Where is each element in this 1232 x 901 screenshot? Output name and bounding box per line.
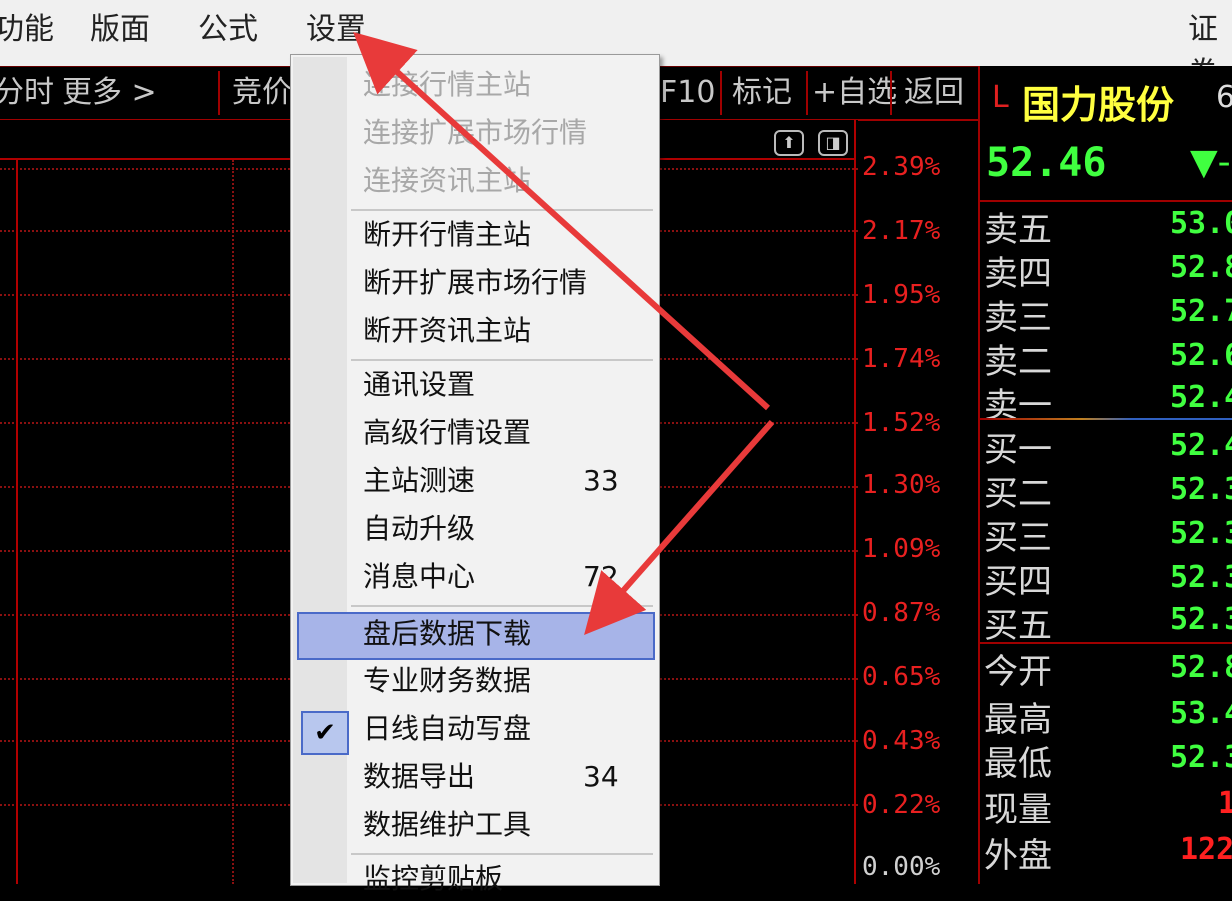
stat-label: 最低 <box>984 744 1052 784</box>
bid-price: 52.3 <box>1170 516 1232 551</box>
stat-label: 最高 <box>984 700 1052 740</box>
menu-item-connect-info-server[interactable]: 连接资讯主站 <box>363 159 531 203</box>
grid-line <box>232 160 234 884</box>
stat-value: 53.4 <box>1170 696 1232 731</box>
tab-intraday[interactable]: 分时 <box>0 67 54 119</box>
menu-item-financial-data[interactable]: 专业财务数据 <box>363 659 531 703</box>
percent-label: 0.22% <box>862 790 941 820</box>
menu-item-after-hours-data-download[interactable]: 盘后数据下载 <box>363 612 531 656</box>
stat-value: 52.8 <box>1170 650 1232 685</box>
tab-more[interactable]: 更多 > <box>62 67 157 119</box>
ask-price: 52.4 <box>1170 380 1232 415</box>
percent-label: 0.65% <box>862 662 941 692</box>
mark-button[interactable]: 标记 <box>732 67 792 119</box>
menu-item-disconnect-info-server[interactable]: 断开资讯主站 <box>363 309 531 353</box>
menu-item-daily-auto-write[interactable]: 日线自动写盘 <box>363 707 531 751</box>
percent-label: 1.95% <box>862 280 941 310</box>
stat-value: 1 <box>1218 786 1232 821</box>
stat-label: 外盘 <box>984 836 1052 876</box>
menu-item-message-center[interactable]: 消息中心 <box>363 555 475 599</box>
bid-ask-divider <box>980 418 1232 420</box>
menu-settings[interactable]: 设置 <box>306 8 366 52</box>
add-watchlist-button[interactable]: +自选 <box>812 67 897 119</box>
percent-label: 0.43% <box>862 726 941 756</box>
chart-left-border <box>16 160 18 884</box>
menu-item-monitor-clipboard[interactable]: 监控剪贴板 <box>363 857 503 901</box>
ask-price: 52.6 <box>1170 338 1232 373</box>
percent-label: 2.39% <box>862 152 941 182</box>
menu-layout[interactable]: 版面 <box>90 8 150 52</box>
ask-price: 52.8 <box>1170 250 1232 285</box>
last-price: 52.46 <box>986 140 1107 186</box>
chart-right-axis <box>854 120 856 884</box>
bid-label: 买三 <box>984 518 1052 558</box>
menu-icon-gutter <box>293 57 347 883</box>
bid-price: 52.3 <box>1170 560 1232 595</box>
menu-item-comm-settings[interactable]: 通讯设置 <box>363 363 475 407</box>
stock-name: 国力股份 <box>1022 83 1175 127</box>
menu-shortcut: 34 <box>583 760 619 793</box>
menu-shortcut: 33 <box>583 464 619 497</box>
stat-value: 52.3 <box>1170 740 1232 775</box>
quote-panel: L 国力股份 6 52.46 ▼- 卖五 53.0 卖四 52.8 卖三 52.… <box>978 66 1232 884</box>
toggle-panel-icon[interactable]: ◨ <box>818 130 848 156</box>
menu-item-disconnect-extended-market[interactable]: 断开扩展市场行情 <box>363 261 587 305</box>
tab-auction[interactable]: 竞价 <box>232 67 292 119</box>
bid-label: 买五 <box>984 606 1052 646</box>
toolbar-divider <box>218 71 220 115</box>
stock-code: 6 <box>1216 80 1232 115</box>
ask-label: 卖四 <box>984 254 1052 294</box>
percent-label: 1.74% <box>862 344 941 374</box>
bid-price: 52.3 <box>1170 602 1232 637</box>
menu-separator <box>351 359 653 361</box>
menu-item-advanced-quote-settings[interactable]: 高级行情设置 <box>363 411 531 455</box>
bid-price: 52.4 <box>1170 428 1232 463</box>
menu-item-data-export[interactable]: 数据导出 <box>363 755 475 799</box>
toolbar-divider <box>890 71 892 115</box>
menu-item-data-maintenance-tool[interactable]: 数据维护工具 <box>363 803 531 847</box>
bid-price: 52.3 <box>1170 472 1232 507</box>
bid-label: 买四 <box>984 562 1052 602</box>
bid-label: 买一 <box>984 430 1052 470</box>
menu-separator <box>351 605 653 607</box>
toolbar-divider <box>806 71 808 115</box>
settings-dropdown-menu: ✔ 连接行情主站 连接扩展市场行情 连接资讯主站 断开行情主站 断开扩展市场行情… <box>290 54 660 895</box>
percent-label: 1.52% <box>862 408 941 438</box>
ask-label: 卖三 <box>984 298 1052 338</box>
menu-separator <box>351 209 653 211</box>
back-button[interactable]: 返回 <box>904 67 964 119</box>
percent-label: 1.09% <box>862 534 941 564</box>
percent-label: 0.00% <box>862 852 941 882</box>
stat-label: 今开 <box>984 652 1052 692</box>
menu-shortcut: 72 <box>583 560 619 593</box>
percent-label: 1.30% <box>862 470 941 500</box>
stat-value: 122 <box>1180 832 1232 867</box>
ask-price: 52.7 <box>1170 294 1232 329</box>
percent-label: 0.87% <box>862 598 941 628</box>
menu-item-server-speed-test[interactable]: 主站测速 <box>363 459 475 503</box>
ask-price: 53.0 <box>1170 206 1232 241</box>
menu-function[interactable]: 功能 <box>0 8 54 52</box>
change-indicator: ▼- <box>1190 142 1231 183</box>
bid-label: 买二 <box>984 474 1052 514</box>
stat-label: 现量 <box>984 790 1052 830</box>
ask-label: 卖二 <box>984 342 1052 382</box>
menu-item-connect-quote-server[interactable]: 连接行情主站 <box>363 63 531 107</box>
market-marker: L <box>992 80 1009 115</box>
ask-label: 卖五 <box>984 210 1052 250</box>
menu-separator <box>351 853 653 855</box>
scroll-up-icon[interactable]: ⬆ <box>774 130 804 156</box>
percent-label: 2.17% <box>862 216 941 246</box>
menu-item-connect-extended-market[interactable]: 连接扩展市场行情 <box>363 111 587 155</box>
toolbar-divider <box>720 71 722 115</box>
menu-formula[interactable]: 公式 <box>198 8 258 52</box>
checkmark-icon: ✔ <box>301 711 349 755</box>
menu-item-auto-upgrade[interactable]: 自动升级 <box>363 507 475 551</box>
tab-f10[interactable]: F10 <box>660 67 715 119</box>
menu-item-disconnect-quote-server[interactable]: 断开行情主站 <box>363 213 531 257</box>
